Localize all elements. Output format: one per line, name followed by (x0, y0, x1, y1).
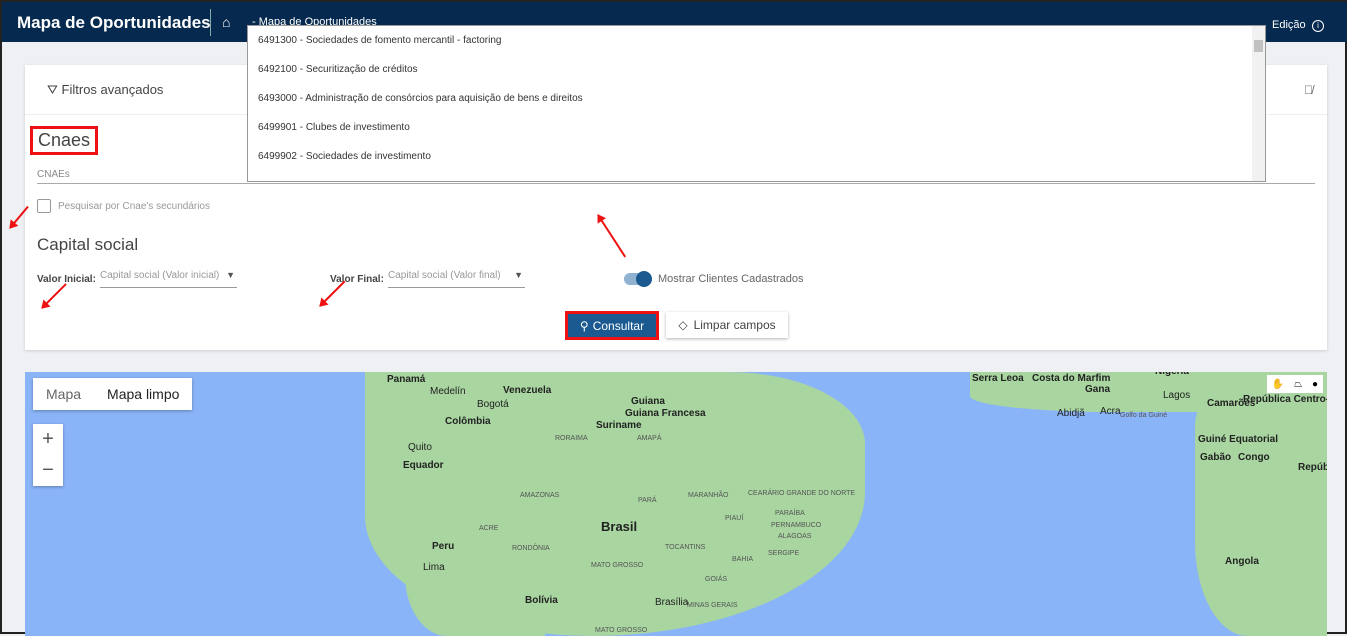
cnae-option[interactable]: 6499902 - Sociedades de investimento (248, 142, 1265, 171)
map-label: Suriname (596, 420, 642, 431)
cnae-option[interactable]: 6493000 - Administração de consórcios pa… (248, 84, 1265, 113)
map-label: Medelín (430, 386, 466, 397)
map-label: Guiana Francesa (625, 408, 706, 419)
map-label: Lagos (1163, 390, 1191, 401)
map-label: Costa do Marfim (1032, 373, 1111, 384)
map-label: GOIÁS (705, 576, 728, 583)
map-type-tabs: Mapa Mapa limpo (33, 378, 193, 410)
cnae-option[interactable]: 6491300 - Sociedades de fomento mercanti… (248, 26, 1265, 55)
map-label: Equador (403, 460, 444, 471)
map-label: Quito (408, 442, 432, 453)
zoom-out-button[interactable]: − (33, 455, 63, 486)
map-label: Congo (1238, 452, 1270, 463)
final-value-label: Valor Final: (330, 274, 384, 285)
map-label: Serra Leoa (972, 373, 1024, 384)
map-label: Gana (1085, 384, 1111, 395)
hand-icon[interactable]: ✋ (1272, 379, 1284, 390)
map-label: Brasília (655, 597, 689, 608)
map-label: TOCANTINS (665, 544, 706, 551)
map-label: CEARÁ (748, 490, 773, 497)
map-label: Bogotá (477, 399, 509, 410)
search-icon: ⚲ (579, 318, 589, 333)
search-button[interactable]: ⚲ Consultar (565, 311, 659, 340)
zoom-controls: + − (33, 424, 63, 486)
chevron-down-icon: ▼ (226, 270, 235, 280)
show-clients-toggle[interactable] (624, 271, 652, 287)
map-label: BAHIA (732, 556, 754, 563)
chevron-down-icon: ▼ (514, 270, 523, 280)
map-label: RIO GRANDE DO NORTE (772, 490, 856, 497)
hide-eye-icon[interactable]: 👁̸ (1304, 83, 1313, 97)
secondary-cnae-label: Pesquisar por Cnae's secundários (58, 201, 210, 212)
map-label: MARANHÃO (688, 492, 729, 499)
map-label: PARÁ (638, 497, 657, 504)
show-clients-label: Mostrar Clientes Cadastrados (658, 273, 804, 285)
cnae-option[interactable]: 6499901 - Clubes de investimento (248, 113, 1265, 142)
info-icon[interactable]: i (1312, 20, 1324, 32)
circle-icon[interactable]: ● (1312, 379, 1318, 390)
divider (210, 9, 211, 36)
map-label: República Democrática do Congo (1298, 462, 1327, 473)
map-label: República Centro-Africana (1243, 394, 1327, 405)
map-label: AMAPÁ (637, 435, 662, 442)
map-label: Lima (423, 562, 445, 573)
map-label: RORAIMA (555, 435, 588, 442)
map-label: ALAGOAS (778, 533, 812, 540)
cnaes-input-label: CNAEs (37, 169, 70, 180)
map-label: Gabão (1200, 452, 1232, 463)
search-button-label: Consultar (592, 318, 645, 333)
map-label: PIAUÍ (725, 515, 744, 522)
cnae-option[interactable]: 6492100 - Securitização de créditos (248, 55, 1265, 84)
map-label: Acra (1100, 406, 1121, 417)
filter-icon: ⛛ (47, 82, 62, 97)
draw-tools: ✋ ⏢ ● (1267, 375, 1323, 393)
filters-title-text: Filtros avançados (61, 82, 164, 97)
map-label: Bolívia (525, 595, 558, 606)
map-label: Panamá (387, 374, 426, 385)
map-label: SERGIPE (768, 550, 800, 557)
tab-map[interactable]: Mapa (33, 378, 94, 410)
map-label: Nigéria (1155, 372, 1189, 377)
map-label: PERNAMBUCO (771, 522, 822, 529)
initial-value-label: Valor Inicial: (37, 274, 96, 285)
map-label: Guiné Equatorial (1198, 434, 1279, 445)
map-label: Peru (432, 541, 455, 552)
map-label: Angola (1225, 556, 1259, 567)
initial-value-select[interactable]: Capital social (Valor inicial) ▼ (100, 270, 237, 288)
map-label: MINAS GERAIS (687, 602, 738, 609)
app-title: Mapa de Oportunidades (17, 13, 211, 32)
map-label: PARAÍBA (775, 510, 805, 517)
map-label: Brasil (601, 519, 638, 534)
map-label: MATO GROSSO (595, 627, 648, 634)
map-label: Colômbia (445, 416, 491, 427)
clear-button[interactable]: ◇ Limpar campos (666, 312, 788, 338)
secondary-cnae-checkbox[interactable] (37, 199, 51, 213)
map-label: Golfo da Guiné (1120, 412, 1168, 419)
zoom-in-button[interactable]: + (33, 424, 63, 455)
tab-clean-map[interactable]: Mapa limpo (94, 378, 192, 410)
initial-placeholder: Capital social (Valor inicial) (100, 270, 220, 281)
map-label: MATO GROSSO (591, 562, 644, 569)
final-placeholder: Capital social (Valor final) (388, 270, 501, 281)
cnae-dropdown[interactable]: 6491300 - Sociedades de fomento mercanti… (247, 25, 1266, 182)
mode-label[interactable]: Edição (1272, 19, 1306, 31)
final-value-select[interactable]: Capital social (Valor final) ▼ (388, 270, 525, 288)
cnaes-title: Cnaes (30, 126, 99, 155)
filters-title: ⛛ Filtros avançados (47, 82, 163, 98)
cnaes-input[interactable] (37, 183, 1315, 184)
capital-title: Capital social (37, 235, 139, 254)
map-label: AMAZONAS (520, 492, 560, 499)
map-label: ACRE (479, 525, 499, 532)
map-label: Venezuela (503, 385, 552, 396)
eraser-icon: ◇ (678, 318, 688, 332)
home-icon[interactable]: ⌂ (222, 14, 230, 30)
map-label: Abidjã (1057, 408, 1085, 419)
clear-button-label: Limpar campos (693, 318, 776, 332)
polygon-icon[interactable]: ⏢ (1294, 379, 1302, 390)
map-label: Guiana (631, 396, 665, 407)
map-label: RONDÔNIA (512, 545, 550, 552)
scrollbar-thumb[interactable] (1254, 40, 1263, 52)
scrollbar[interactable] (1252, 26, 1265, 181)
map[interactable]: Mapa Mapa limpo + − ✋ ⏢ ● Panamá Medelín Ven… (25, 372, 1327, 636)
